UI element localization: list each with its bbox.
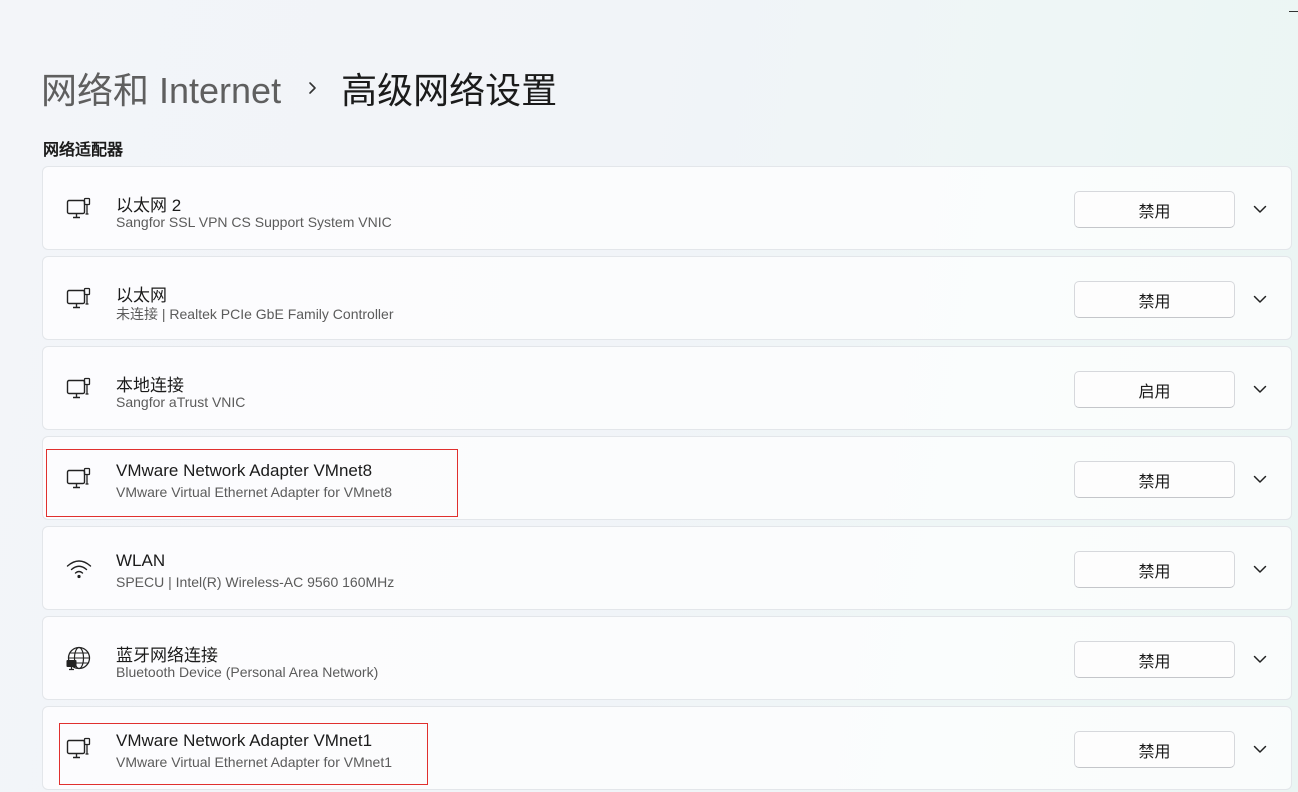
- chevron-down-icon[interactable]: [1248, 467, 1272, 491]
- chevron-down-icon[interactable]: [1248, 647, 1272, 671]
- disable-button[interactable]: 禁用: [1074, 551, 1235, 588]
- window-minimize-button[interactable]: [1289, 11, 1298, 12]
- adapter-card[interactable]: 蓝牙网络连接 Bluetooth Device (Personal Area N…: [42, 616, 1292, 700]
- adapter-name: 蓝牙网络连接: [116, 646, 218, 665]
- ethernet-icon: [65, 285, 93, 313]
- adapter-card[interactable]: WLAN SPECU | Intel(R) Wireless-AC 9560 1…: [42, 526, 1292, 610]
- adapter-card[interactable]: VMware Network Adapter VMnet8 VMware Vir…: [42, 436, 1292, 520]
- adapter-description: VMware Virtual Ethernet Adapter for VMne…: [116, 754, 392, 770]
- adapter-description: Sangfor aTrust VNIC: [116, 394, 246, 410]
- disable-button[interactable]: 禁用: [1074, 641, 1235, 678]
- adapter-name: VMware Network Adapter VMnet8: [116, 461, 373, 480]
- adapter-card[interactable]: 以太网 2 Sangfor SSL VPN CS Support System …: [42, 166, 1292, 250]
- adapter-name: VMware Network Adapter VMnet1: [116, 731, 373, 750]
- globe-network-icon: [65, 645, 93, 673]
- ethernet-icon: [65, 195, 93, 223]
- adapter-name: 以太网 2: [116, 196, 182, 215]
- ethernet-icon: [65, 735, 93, 763]
- enable-button[interactable]: 启用: [1074, 371, 1235, 408]
- adapter-description: SPECU | Intel(R) Wireless-AC 9560 160MHz: [116, 574, 395, 590]
- adapter-name: WLAN: [116, 551, 166, 570]
- chevron-right-icon: [303, 78, 323, 98]
- adapter-name: 以太网: [116, 286, 167, 305]
- disable-button[interactable]: 禁用: [1074, 281, 1235, 318]
- ethernet-icon: [65, 375, 93, 403]
- page-title: 高级网络设置: [341, 70, 558, 111]
- adapter-card[interactable]: 本地连接 Sangfor aTrust VNIC 启用: [42, 346, 1292, 430]
- breadcrumb-parent-link[interactable]: 网络和 Internet: [41, 62, 281, 114]
- adapter-list: 以太网 2 Sangfor SSL VPN CS Support System …: [42, 166, 1292, 792]
- disable-button[interactable]: 禁用: [1074, 461, 1235, 498]
- chevron-down-icon[interactable]: [1248, 377, 1272, 401]
- chevron-down-icon[interactable]: [1248, 557, 1272, 581]
- chevron-down-icon[interactable]: [1248, 287, 1272, 311]
- adapter-description: 未连接 | Realtek PCIe GbE Family Controller: [116, 306, 394, 322]
- adapter-card[interactable]: 以太网 未连接 | Realtek PCIe GbE Family Contro…: [42, 256, 1292, 340]
- disable-button[interactable]: 禁用: [1074, 191, 1235, 228]
- section-title-network-adapters: 网络适配器: [43, 142, 124, 159]
- chevron-down-icon[interactable]: [1248, 197, 1272, 221]
- disable-button[interactable]: 禁用: [1074, 731, 1235, 768]
- wifi-icon: [65, 555, 93, 583]
- breadcrumb: 网络和 Internet 高级网络设置: [41, 64, 557, 112]
- adapter-name: 本地连接: [116, 376, 184, 395]
- adapter-description: VMware Virtual Ethernet Adapter for VMne…: [116, 484, 392, 500]
- adapter-card[interactable]: VMware Network Adapter VMnet1 VMware Vir…: [42, 706, 1292, 790]
- adapter-description: Sangfor SSL VPN CS Support System VNIC: [116, 214, 392, 230]
- chevron-down-icon[interactable]: [1248, 737, 1272, 761]
- ethernet-icon: [65, 465, 93, 493]
- adapter-description: Bluetooth Device (Personal Area Network): [116, 664, 379, 680]
